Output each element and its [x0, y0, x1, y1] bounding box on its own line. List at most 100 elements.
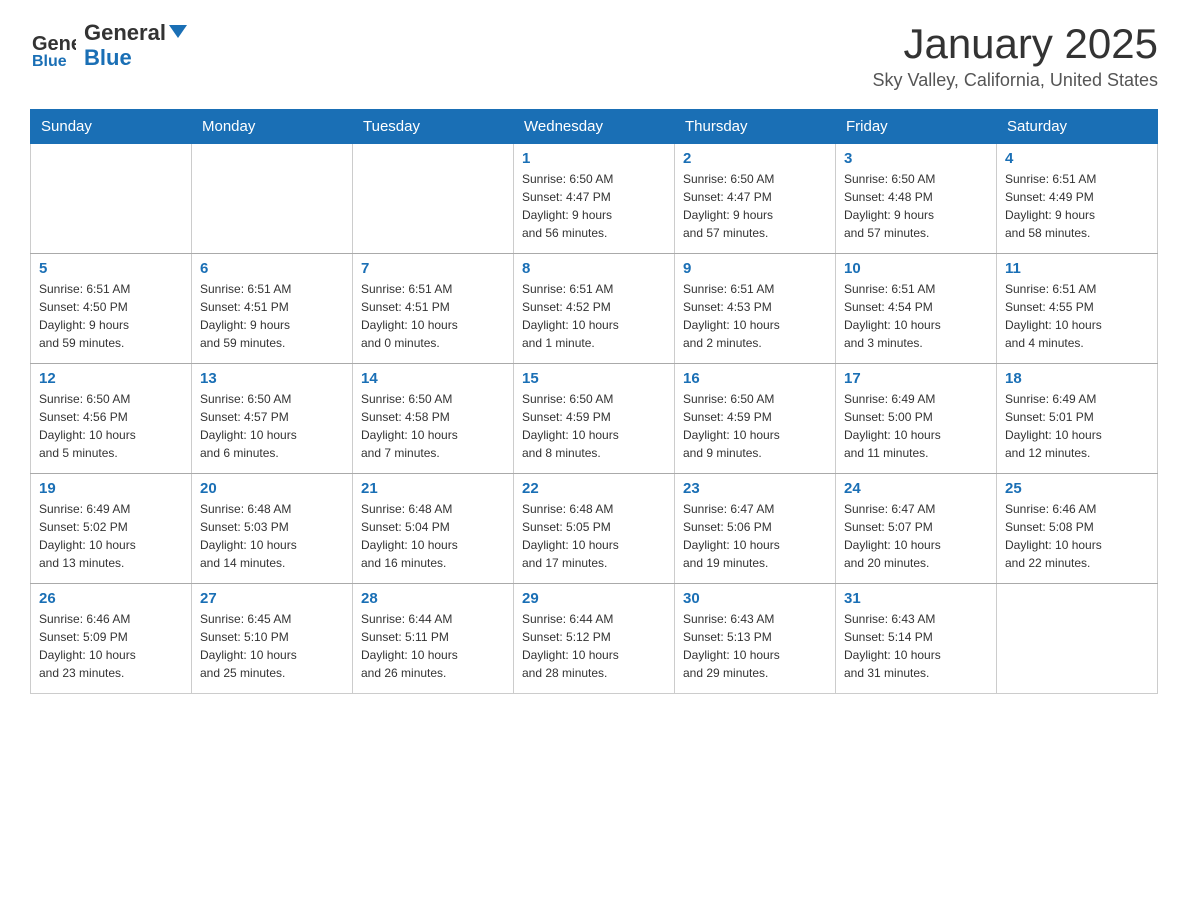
day-number: 10 [844, 260, 988, 277]
calendar-day-header: Friday [836, 110, 997, 144]
calendar-week-row: 26Sunrise: 6:46 AM Sunset: 5:09 PM Dayli… [31, 584, 1158, 694]
day-number: 21 [361, 480, 505, 497]
calendar-day-cell: 29 Sunrise: 6:44 AM Sunset: 5:12 PM Dayli… [514, 584, 675, 694]
calendar-day-cell: 3 Sunrise: 6:50 AM Sunset: 4:48 PM Daylig… [836, 144, 997, 254]
page-header: General Blue General Blue January 2025 S… [30, 20, 1158, 91]
day-number: 15 [522, 370, 666, 387]
day-info: Sunrise: 6:49 AM Sunset: 5:01 PM Dayligh… [1005, 390, 1149, 462]
day-info: Sunrise: 6:45 AM Sunset: 5:10 PM Dayligh… [200, 610, 344, 682]
day-number: 3 [844, 150, 988, 167]
calendar-day-cell: 15 Sunrise: 6:50 AM Sunset: 4:59 PM Dayli… [514, 364, 675, 474]
day-info: Sunrise: 6:50 AM Sunset: 4:59 PM Dayligh… [683, 390, 827, 462]
calendar-day-cell: 1 Sunrise: 6:50 AM Sunset: 4:47 PM Daylig… [514, 144, 675, 254]
calendar-day-cell: 18 Sunrise: 6:49 AM Sunset: 5:01 PM Dayli… [997, 364, 1158, 474]
calendar-day-cell: 16 Sunrise: 6:50 AM Sunset: 4:59 PM Dayli… [675, 364, 836, 474]
day-number: 28 [361, 590, 505, 607]
day-info: Sunrise: 6:51 AM Sunset: 4:53 PM Dayligh… [683, 280, 827, 352]
day-info: Sunrise: 6:50 AM Sunset: 4:47 PM Dayligh… [522, 170, 666, 242]
day-number: 26 [39, 590, 183, 607]
calendar-week-row: 19 Sunrise: 6:49 AM Sunset: 5:02 PM Dayli… [31, 474, 1158, 584]
logo-blue-text: Blue [84, 45, 187, 70]
calendar-day-header: Sunday [31, 110, 192, 144]
day-info: Sunrise: 6:51 AM Sunset: 4:51 PM Dayligh… [361, 280, 505, 352]
day-number: 7 [361, 260, 505, 277]
day-number: 18 [1005, 370, 1149, 387]
day-number: 24 [844, 480, 988, 497]
day-info: Sunrise: 6:50 AM Sunset: 4:48 PM Dayligh… [844, 170, 988, 242]
calendar-day-cell [353, 144, 514, 254]
day-info: Sunrise: 6:47 AM Sunset: 5:06 PM Dayligh… [683, 500, 827, 572]
calendar-day-header: Thursday [675, 110, 836, 144]
day-number: 19 [39, 480, 183, 497]
day-info: Sunrise: 6:46 AM Sunset: 5:08 PM Dayligh… [1005, 500, 1149, 572]
calendar-day-cell: 23Sunrise: 6:47 AM Sunset: 5:06 PM Dayli… [675, 474, 836, 584]
calendar-day-cell: 30Sunrise: 6:43 AM Sunset: 5:13 PM Dayli… [675, 584, 836, 694]
calendar-table: SundayMondayTuesdayWednesdayThursdayFrid… [30, 109, 1158, 694]
calendar-week-row: 1 Sunrise: 6:50 AM Sunset: 4:47 PM Daylig… [31, 144, 1158, 254]
day-info: Sunrise: 6:44 AM Sunset: 5:11 PM Dayligh… [361, 610, 505, 682]
day-info: Sunrise: 6:49 AM Sunset: 5:00 PM Dayligh… [844, 390, 988, 462]
calendar-day-cell: 26Sunrise: 6:46 AM Sunset: 5:09 PM Dayli… [31, 584, 192, 694]
day-number: 22 [522, 480, 666, 497]
day-info: Sunrise: 6:44 AM Sunset: 5:12 PM Dayligh… [522, 610, 666, 682]
calendar-day-cell: 19 Sunrise: 6:49 AM Sunset: 5:02 PM Dayli… [31, 474, 192, 584]
calendar-day-cell: 8 Sunrise: 6:51 AM Sunset: 4:52 PM Daylig… [514, 254, 675, 364]
calendar-day-header: Saturday [997, 110, 1158, 144]
day-number: 25 [1005, 480, 1149, 497]
title-block: January 2025 Sky Valley, California, Uni… [873, 20, 1158, 91]
day-number: 17 [844, 370, 988, 387]
calendar-day-cell: 22 Sunrise: 6:48 AM Sunset: 5:05 PM Dayli… [514, 474, 675, 584]
calendar-day-cell: 12 Sunrise: 6:50 AM Sunset: 4:56 PM Dayli… [31, 364, 192, 474]
day-info: Sunrise: 6:51 AM Sunset: 4:55 PM Dayligh… [1005, 280, 1149, 352]
calendar-week-row: 12 Sunrise: 6:50 AM Sunset: 4:56 PM Dayli… [31, 364, 1158, 474]
calendar-day-cell: 28 Sunrise: 6:44 AM Sunset: 5:11 PM Dayli… [353, 584, 514, 694]
calendar-day-cell: 17 Sunrise: 6:49 AM Sunset: 5:00 PM Dayli… [836, 364, 997, 474]
svg-text:General: General [32, 33, 76, 55]
calendar-day-cell: 9 Sunrise: 6:51 AM Sunset: 4:53 PM Daylig… [675, 254, 836, 364]
calendar-day-cell: 2 Sunrise: 6:50 AM Sunset: 4:47 PM Daylig… [675, 144, 836, 254]
calendar-day-header: Monday [192, 110, 353, 144]
calendar-header-row: SundayMondayTuesdayWednesdayThursdayFrid… [31, 110, 1158, 144]
day-number: 29 [522, 590, 666, 607]
calendar-day-cell: 5Sunrise: 6:51 AM Sunset: 4:50 PM Daylig… [31, 254, 192, 364]
day-info: Sunrise: 6:51 AM Sunset: 4:50 PM Dayligh… [39, 280, 183, 352]
day-number: 14 [361, 370, 505, 387]
calendar-day-header: Wednesday [514, 110, 675, 144]
day-number: 9 [683, 260, 827, 277]
day-number: 16 [683, 370, 827, 387]
day-info: Sunrise: 6:50 AM Sunset: 4:56 PM Dayligh… [39, 390, 183, 462]
calendar-day-cell: 11 Sunrise: 6:51 AM Sunset: 4:55 PM Dayli… [997, 254, 1158, 364]
calendar-day-cell: 6Sunrise: 6:51 AM Sunset: 4:51 PM Daylig… [192, 254, 353, 364]
calendar-day-cell: 27Sunrise: 6:45 AM Sunset: 5:10 PM Dayli… [192, 584, 353, 694]
day-number: 1 [522, 150, 666, 167]
day-number: 11 [1005, 260, 1149, 277]
logo-general-text: General [84, 20, 187, 45]
day-number: 6 [200, 260, 344, 277]
day-number: 12 [39, 370, 183, 387]
day-info: Sunrise: 6:50 AM Sunset: 4:58 PM Dayligh… [361, 390, 505, 462]
calendar-day-cell: 20Sunrise: 6:48 AM Sunset: 5:03 PM Dayli… [192, 474, 353, 584]
day-info: Sunrise: 6:50 AM Sunset: 4:57 PM Dayligh… [200, 390, 344, 462]
day-number: 31 [844, 590, 988, 607]
day-info: Sunrise: 6:50 AM Sunset: 4:59 PM Dayligh… [522, 390, 666, 462]
calendar-day-cell [192, 144, 353, 254]
day-info: Sunrise: 6:48 AM Sunset: 5:05 PM Dayligh… [522, 500, 666, 572]
day-info: Sunrise: 6:51 AM Sunset: 4:49 PM Dayligh… [1005, 170, 1149, 242]
day-info: Sunrise: 6:43 AM Sunset: 5:14 PM Dayligh… [844, 610, 988, 682]
day-number: 8 [522, 260, 666, 277]
day-info: Sunrise: 6:49 AM Sunset: 5:02 PM Dayligh… [39, 500, 183, 572]
day-info: Sunrise: 6:43 AM Sunset: 5:13 PM Dayligh… [683, 610, 827, 682]
day-info: Sunrise: 6:50 AM Sunset: 4:47 PM Dayligh… [683, 170, 827, 242]
day-number: 13 [200, 370, 344, 387]
calendar-day-cell: 10Sunrise: 6:51 AM Sunset: 4:54 PM Dayli… [836, 254, 997, 364]
calendar-week-row: 5Sunrise: 6:51 AM Sunset: 4:50 PM Daylig… [31, 254, 1158, 364]
day-info: Sunrise: 6:47 AM Sunset: 5:07 PM Dayligh… [844, 500, 988, 572]
day-info: Sunrise: 6:51 AM Sunset: 4:52 PM Dayligh… [522, 280, 666, 352]
calendar-day-cell: 4Sunrise: 6:51 AM Sunset: 4:49 PM Daylig… [997, 144, 1158, 254]
day-number: 2 [683, 150, 827, 167]
day-info: Sunrise: 6:48 AM Sunset: 5:04 PM Dayligh… [361, 500, 505, 572]
calendar-day-cell: 25 Sunrise: 6:46 AM Sunset: 5:08 PM Dayli… [997, 474, 1158, 584]
month-title: January 2025 [873, 20, 1158, 68]
day-info: Sunrise: 6:48 AM Sunset: 5:03 PM Dayligh… [200, 500, 344, 572]
svg-text:Blue: Blue [32, 53, 67, 68]
